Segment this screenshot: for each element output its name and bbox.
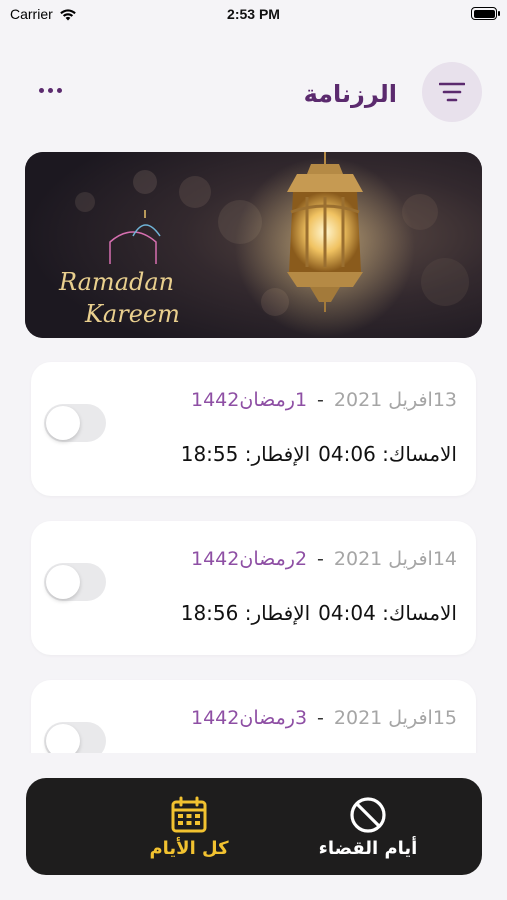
battery-icon <box>471 7 500 20</box>
ramadan-banner: Ramadan Kareem <box>25 152 482 338</box>
banner-text-kareem: Kareem <box>84 300 180 328</box>
imsak-time: 04:04 <box>318 601 376 625</box>
day-times-line: الامساك: 04:04 الإفطار: 18:56 <box>181 601 457 625</box>
filter-button[interactable] <box>422 62 482 122</box>
day-date-line: 15افريل 2021-3رمضان1442 <box>191 707 457 729</box>
day-card[interactable]: 13افريل 2021-1رمضان1442 الامساك: 04:06ال… <box>31 362 476 496</box>
tab-qadaa-days-label: أيام القضاء <box>318 838 418 859</box>
imsak-label: الامساك: <box>382 442 457 466</box>
more-dot-icon <box>47 87 53 93</box>
day-card[interactable]: 14افريل 2021-2رمضان1442 الامساك: 04:04ال… <box>31 521 476 655</box>
hijri-date: 2رمضان1442 <box>191 548 308 570</box>
bottom-nav: كل الأيام أيام القضاء <box>26 778 482 875</box>
iftar-label: الإفطار: <box>244 442 311 466</box>
gregorian-date: 15افريل 2021 <box>333 707 457 729</box>
ramadan-lantern-image: Ramadan Kareem <box>25 152 482 338</box>
calendar-icon <box>171 796 207 833</box>
days-list[interactable]: 13افريل 2021-1رمضان1442 الامساك: 04:06ال… <box>0 350 507 753</box>
day-card[interactable]: 15افريل 2021-3رمضان1442 <box>31 680 476 753</box>
reminder-toggle[interactable] <box>44 722 106 753</box>
reminder-toggle[interactable] <box>44 404 106 442</box>
toggle-knob <box>46 565 80 599</box>
imsak-label: الامساك: <box>382 601 457 625</box>
hijri-date: 1رمضان1442 <box>191 389 308 411</box>
date-separator: - <box>317 707 324 729</box>
banner-text-ramadan: Ramadan <box>58 268 174 296</box>
status-time: 2:53 PM <box>227 6 280 22</box>
imsak-time: 04:06 <box>318 442 376 466</box>
iftar-time: 18:55 <box>180 442 239 466</box>
tab-all-days[interactable]: كل الأيام <box>109 796 269 859</box>
prohibited-icon <box>350 797 386 833</box>
filter-lines-icon <box>439 82 465 102</box>
toggle-knob <box>46 406 80 440</box>
date-separator: - <box>317 389 324 411</box>
more-options-button[interactable] <box>33 80 67 100</box>
page-title: الرزنامة <box>303 80 397 108</box>
date-separator: - <box>317 548 324 570</box>
more-dot-icon <box>38 87 44 93</box>
day-times-line: الامساك: 04:06 الإفطار: 18:55 <box>181 442 457 466</box>
status-bar: Carrier 2:53 PM <box>0 0 507 30</box>
iftar-time: 18:56 <box>180 601 239 625</box>
day-date-line: 14افريل 2021-2رمضان1442 <box>191 548 457 570</box>
toggle-knob <box>46 724 80 753</box>
tab-qadaa-days[interactable]: أيام القضاء <box>288 796 448 859</box>
reminder-toggle[interactable] <box>44 563 106 601</box>
gregorian-date: 14افريل 2021 <box>333 548 457 570</box>
more-dot-icon <box>56 87 62 93</box>
tab-all-days-label: كل الأيام <box>149 838 229 859</box>
gregorian-date: 13افريل 2021 <box>333 389 457 411</box>
hijri-date: 3رمضان1442 <box>191 707 308 729</box>
iftar-label: الإفطار: <box>244 601 311 625</box>
day-date-line: 13افريل 2021-1رمضان1442 <box>191 389 457 411</box>
